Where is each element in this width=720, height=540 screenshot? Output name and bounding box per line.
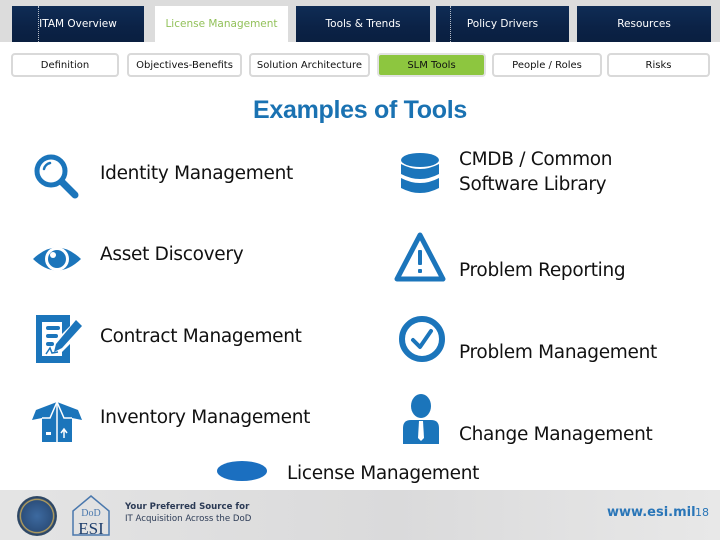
magnifier-icon — [34, 154, 79, 199]
tab-decoration — [450, 6, 451, 42]
tab-decoration — [38, 6, 39, 42]
tab-label: ITAM Overview — [39, 18, 117, 30]
warning-icon — [394, 232, 446, 282]
person-icon — [403, 394, 439, 444]
svg-text:DoD: DoD — [81, 508, 100, 519]
subtab-definition[interactable]: Definition — [11, 53, 119, 77]
tool-label-problem-management: Problem Management — [459, 342, 657, 363]
contract-icon — [36, 315, 82, 363]
tab-label: Tools & Trends — [325, 18, 401, 30]
eye-icon — [33, 247, 81, 271]
subtab-label: SLM Tools — [407, 59, 456, 71]
checkmark-circle-icon — [399, 316, 445, 362]
tab-policy-drivers[interactable]: Policy Drivers — [436, 6, 569, 42]
subtab-solution-architecture[interactable]: Solution Architecture — [249, 53, 370, 77]
page-number: 18 — [695, 506, 709, 519]
website-link[interactable]: www.esi.mil — [607, 505, 696, 520]
tab-label: License Management — [165, 18, 278, 30]
ellipse-icon — [217, 461, 267, 481]
tool-label-cmdb: CMDB / Common Software Library — [459, 148, 613, 198]
tab-tools-trends[interactable]: Tools & Trends — [296, 6, 430, 42]
database-icon — [401, 153, 439, 193]
box-icon — [32, 401, 82, 442]
subtab-objectives-benefits[interactable]: Objectives-Benefits — [127, 53, 242, 77]
dod-seal-logo — [17, 496, 57, 536]
tagline-line-2: IT Acquisition Across the DoD — [125, 513, 252, 524]
tool-label-identity-management: Identity Management — [100, 163, 293, 184]
subtab-label: Objectives-Benefits — [136, 59, 233, 71]
sub-nav: Definition Objectives-Benefits Solution … — [0, 42, 720, 86]
subtab-label: Definition — [40, 59, 90, 71]
tab-resources[interactable]: Resources — [577, 6, 711, 42]
tool-label-license-management: License Management — [287, 463, 480, 484]
footer-tagline: Your Preferred Source for IT Acquisition… — [125, 502, 251, 525]
footer: DoD ESI Your Preferred Source for IT Acq… — [0, 490, 720, 540]
dod-esi-logo: DoD ESI — [72, 495, 110, 537]
tool-label-change-management: Change Management — [459, 424, 653, 445]
tool-label-problem-reporting: Problem Reporting — [459, 260, 626, 281]
tool-label-line: Software Library — [459, 173, 607, 195]
main-nav: ITAM Overview License Management Tools &… — [0, 0, 720, 42]
tool-label-line: CMDB / Common — [459, 149, 613, 170]
svg-text:ESI: ESI — [78, 519, 104, 537]
tab-itam-overview[interactable]: ITAM Overview — [12, 6, 144, 42]
subtab-risks[interactable]: Risks — [607, 53, 710, 77]
tool-label-asset-discovery: Asset Discovery — [100, 244, 244, 265]
tab-license-management[interactable]: License Management — [155, 6, 288, 42]
subtab-label: Solution Architecture — [256, 59, 363, 71]
subtab-label: Risks — [645, 59, 672, 71]
tab-label: Policy Drivers — [466, 18, 539, 30]
subtab-label: People / Roles — [512, 59, 582, 71]
slide-title: Examples of Tools — [253, 96, 467, 124]
tab-label: Resources — [617, 18, 671, 30]
subtab-people-roles[interactable]: People / Roles — [492, 53, 602, 77]
tool-label-contract-management: Contract Management — [100, 326, 302, 347]
tagline-line-1: Your Preferred Source for — [125, 502, 250, 512]
tool-label-inventory-management: Inventory Management — [100, 407, 311, 428]
subtab-slm-tools[interactable]: SLM Tools — [377, 53, 486, 77]
